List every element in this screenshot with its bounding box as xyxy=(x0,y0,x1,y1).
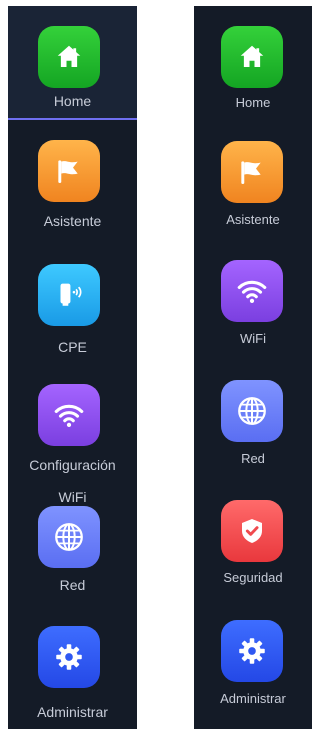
sidebar-item-administrar[interactable]: Administrar xyxy=(8,622,137,728)
sidebar-item-red[interactable]: Red xyxy=(8,502,137,612)
sidebar-item-cpe[interactable]: CPE xyxy=(8,256,137,366)
globe-icon xyxy=(38,506,100,568)
home-icon xyxy=(221,26,283,88)
gear-icon xyxy=(221,620,283,682)
flag-icon xyxy=(38,140,100,202)
sidebar-item-label: Configuración xyxy=(29,457,116,473)
sidebar-item-label: Seguridad xyxy=(223,570,283,585)
wifi-icon xyxy=(38,384,100,446)
sidebar-left: Home Asistente CPE Configuración WiFi Re… xyxy=(8,6,137,729)
sidebar-item-configuracion-wifi[interactable]: Configuración WiFi xyxy=(8,374,137,505)
sidebar-item-wifi[interactable]: WiFi xyxy=(194,246,312,362)
flag-icon xyxy=(221,141,283,203)
shield-check-icon xyxy=(221,500,283,562)
sidebar-item-home[interactable]: Home xyxy=(8,6,137,120)
sidebar-item-label: Home xyxy=(235,95,271,110)
sidebar-item-label: Asistente xyxy=(226,212,280,227)
sidebar-item-label: CPE xyxy=(58,339,87,355)
sidebar-item-home[interactable]: Home xyxy=(194,6,312,120)
sidebar-item-asistente[interactable]: Asistente xyxy=(194,128,312,238)
sidebar-item-label: Home xyxy=(53,93,92,109)
sidebar-item-label: Asistente xyxy=(43,213,102,229)
sidebar-item-seguridad[interactable]: Seguridad xyxy=(194,488,312,600)
cpe-device-icon xyxy=(38,264,100,326)
sidebar-item-label: WiFi xyxy=(240,331,266,346)
sidebar-item-label: Administrar xyxy=(220,691,286,706)
sidebar-item-red[interactable]: Red xyxy=(194,368,312,480)
gear-icon xyxy=(38,626,100,688)
sidebar-right: Home Asistente WiFi Red Seguridad Admini… xyxy=(194,6,312,729)
sidebar-item-label: Red xyxy=(241,451,265,466)
sidebar-item-asistente[interactable]: Asistente xyxy=(8,128,137,238)
sidebar-item-label: Red xyxy=(59,577,86,593)
wifi-icon xyxy=(221,260,283,322)
sidebar-item-label: Administrar xyxy=(37,704,108,720)
sidebar-item-administrar[interactable]: Administrar xyxy=(194,608,312,718)
home-icon xyxy=(38,26,100,88)
globe-icon xyxy=(221,380,283,442)
